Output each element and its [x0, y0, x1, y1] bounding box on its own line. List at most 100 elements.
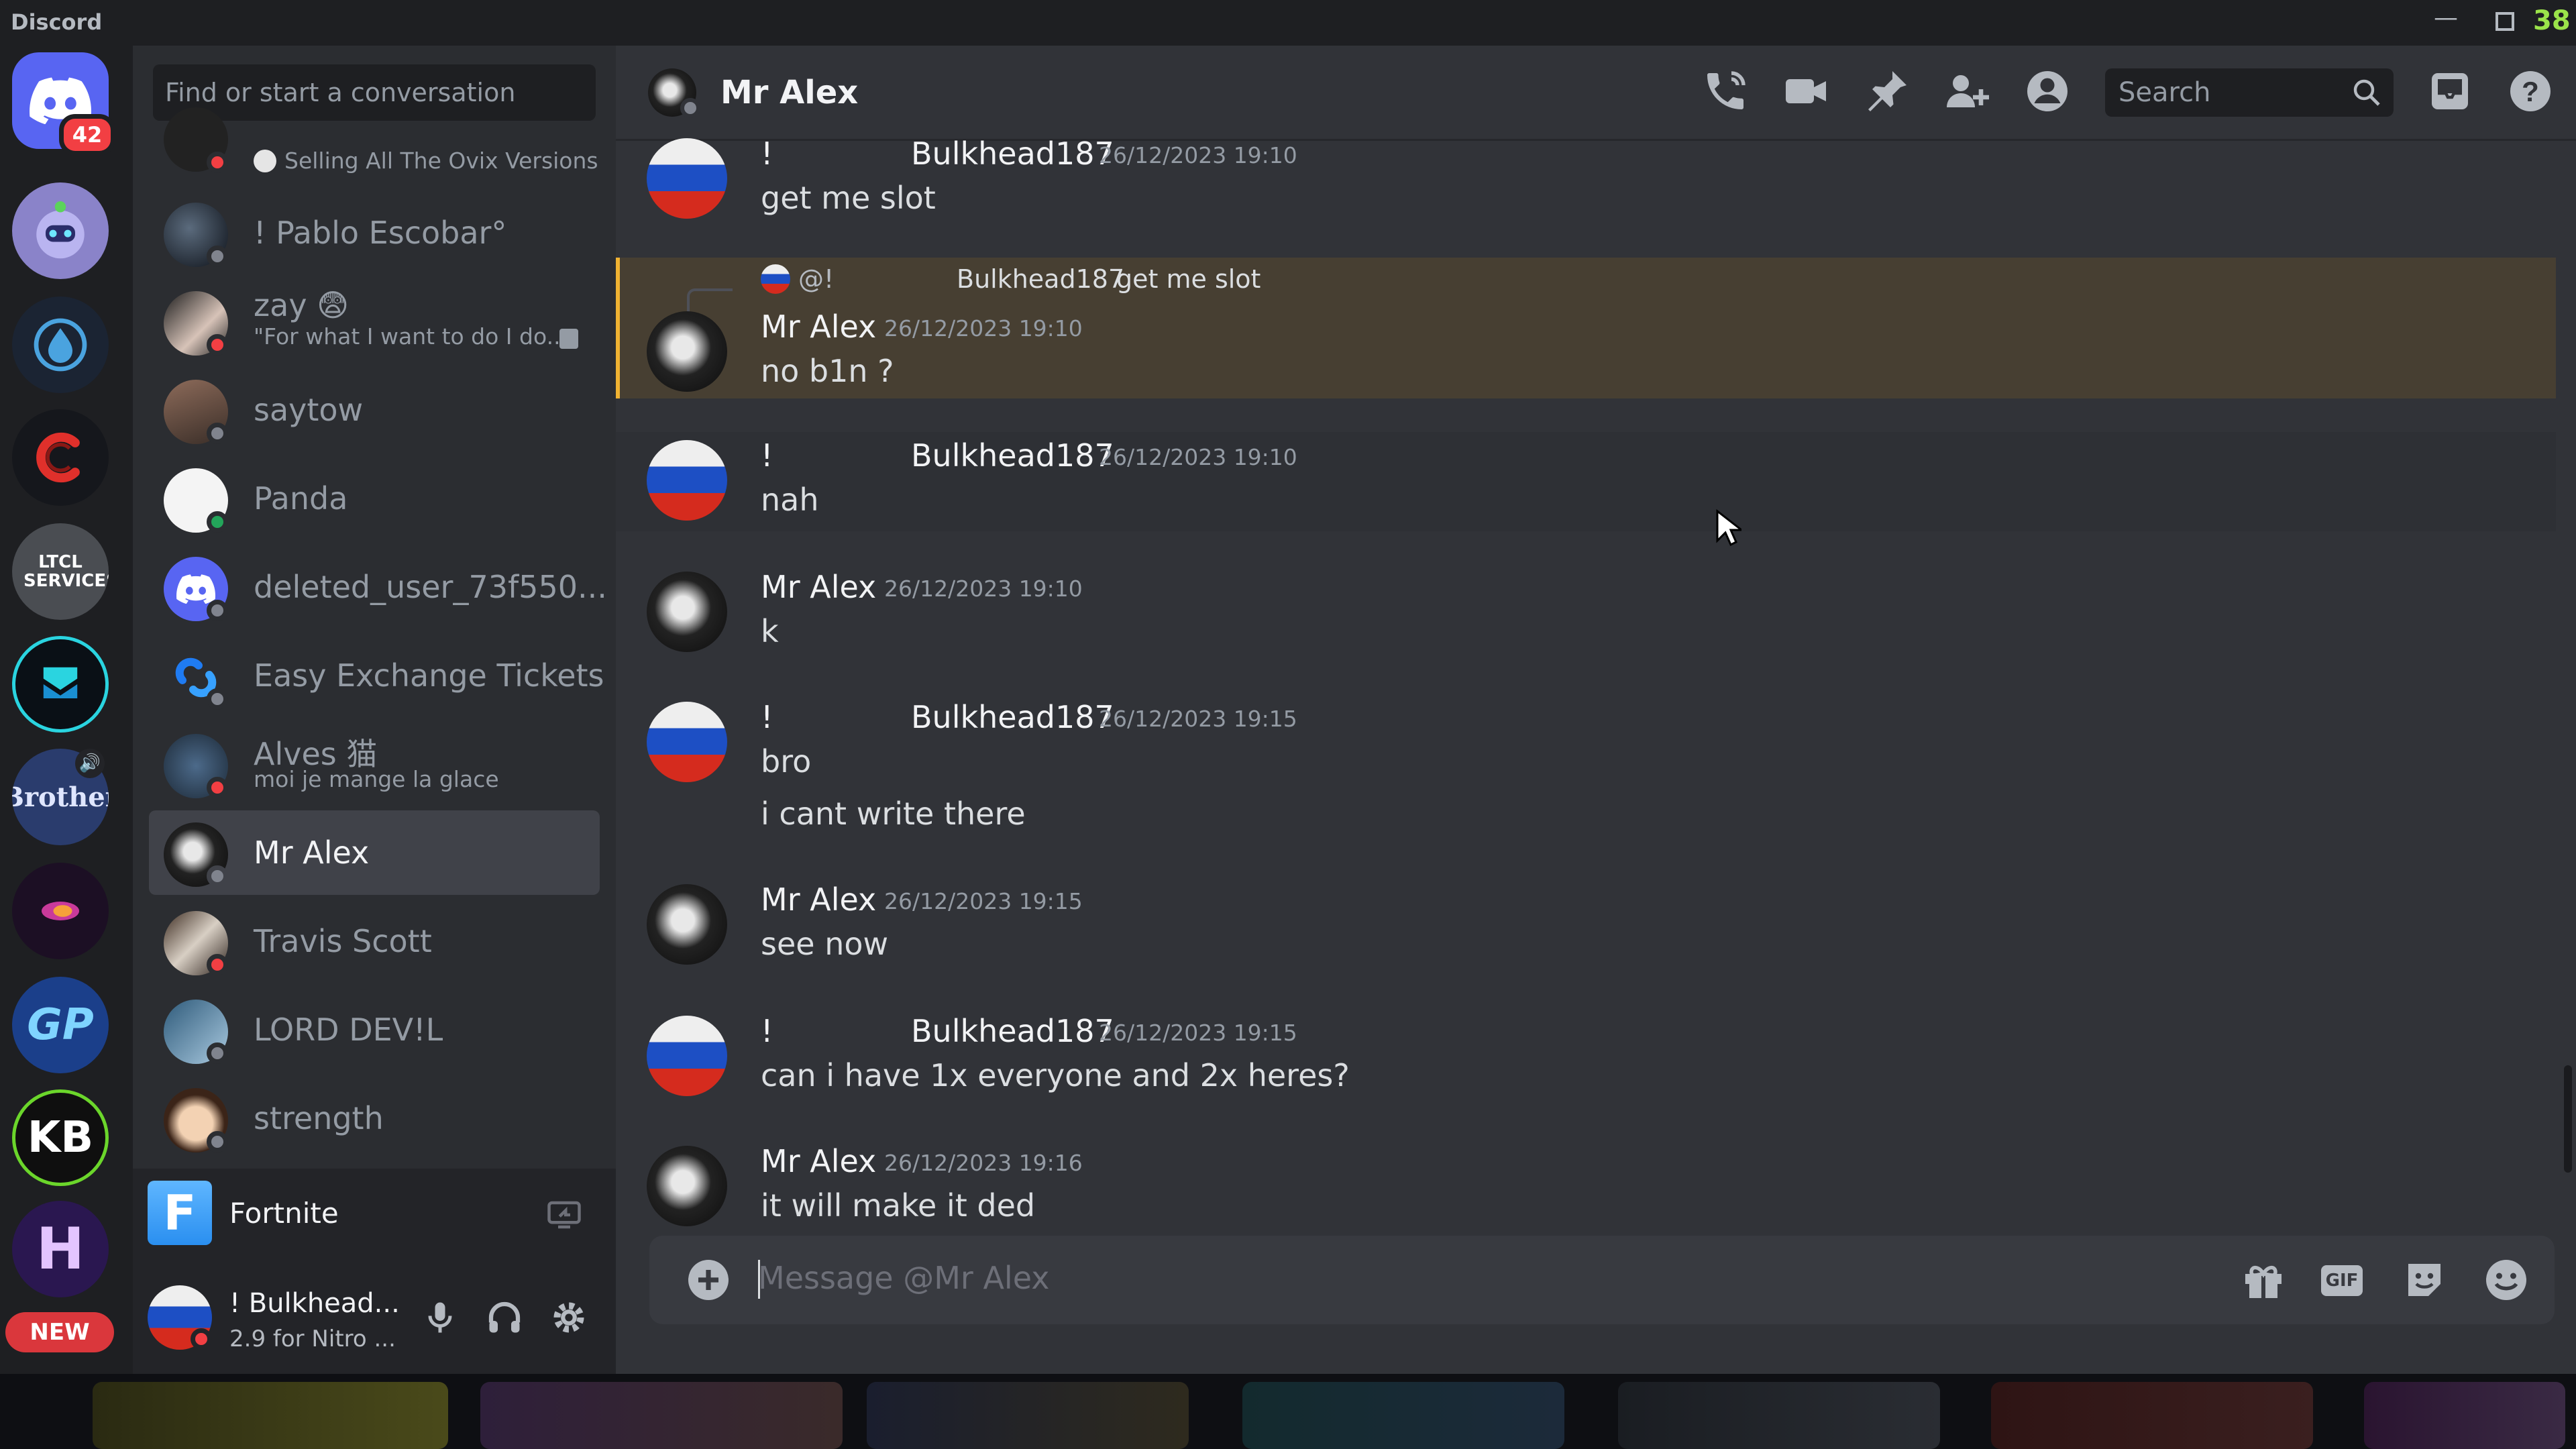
sticker-icon[interactable] — [2400, 1256, 2449, 1304]
author-prefix[interactable]: ! — [761, 437, 773, 474]
fps-counter: 38 — [2533, 5, 2571, 36]
dm-item[interactable]: saytow — [149, 368, 600, 452]
voice-call-icon[interactable] — [1701, 67, 1750, 115]
svg-text:?: ? — [2522, 76, 2539, 107]
video-call-icon[interactable] — [1782, 67, 1830, 115]
dm-name: ! Pablo Escobar° — [254, 215, 507, 251]
find-conversation-input[interactable]: Find or start a conversation — [153, 64, 596, 121]
dm-item[interactable]: ! Pablo Escobar° — [149, 191, 600, 275]
chat-scrollbar[interactable] — [2564, 1065, 2572, 1173]
author-name[interactable]: Mr Alex — [761, 1143, 876, 1179]
author-avatar[interactable] — [647, 572, 727, 652]
help-icon[interactable]: ? — [2506, 67, 2555, 115]
author-avatar[interactable] — [647, 1016, 727, 1096]
server-kb[interactable]: KB — [12, 1089, 109, 1186]
status-offline-icon — [207, 865, 228, 887]
reply-text[interactable]: get me slot — [1116, 264, 1260, 294]
dm-activity: Selling All The Ovix Versions — [254, 148, 598, 174]
launcher-tile — [1991, 1382, 2313, 1449]
dm-sub-text: "For what I want to do I do... — [254, 323, 568, 350]
dm-item[interactable]: Easy Exchange Tickets — [149, 633, 604, 718]
emoji-icon[interactable] — [2482, 1256, 2530, 1304]
gift-icon[interactable] — [2239, 1256, 2288, 1304]
reply-prefix[interactable]: @! — [798, 264, 834, 294]
dm-item[interactable]: LORD DEV!L — [149, 987, 600, 1072]
dm-item[interactable]: Selling All The Ovix Versions — [149, 107, 600, 185]
server-ltcl-label: LTCL SERVICES — [23, 552, 109, 591]
author-prefix[interactable]: ! — [761, 136, 773, 172]
author-avatar[interactable] — [647, 138, 727, 219]
server-c-icon[interactable] — [12, 409, 109, 506]
server-drop-icon[interactable] — [12, 297, 109, 393]
dm-name: deleted_user_73f550... — [254, 569, 607, 605]
author-avatar[interactable] — [647, 702, 727, 782]
server-gp-label: GP — [27, 1000, 94, 1050]
status-offline-icon — [207, 246, 228, 267]
dm-item[interactable]: Panda — [149, 456, 600, 541]
status-offline-icon — [207, 423, 228, 444]
speaker-icon: 🔊 — [75, 749, 105, 778]
status-dnd-icon — [207, 334, 228, 356]
author-prefix[interactable]: ! — [761, 699, 773, 735]
inbox-icon[interactable] — [2426, 67, 2474, 115]
message-timestamp: 26/12/2023 19:15 — [1099, 706, 1297, 732]
dm-sub-text: Selling All The Ovix Versions — [284, 148, 598, 174]
message-composer[interactable]: Message @Mr Alex GIF — [649, 1236, 2555, 1324]
author-avatar[interactable] — [647, 311, 727, 392]
message-text: k — [761, 613, 779, 649]
gif-button[interactable]: GIF — [2321, 1265, 2363, 1296]
settings-gear-icon[interactable] — [549, 1297, 589, 1338]
user-panel: ! Bulkhead... 2.9 for Nitro ... — [133, 1261, 616, 1374]
author-name[interactable]: Bulkhead187 — [911, 136, 1114, 172]
dm-item[interactable]: Travis Scott — [149, 899, 600, 983]
user-profile-icon[interactable] — [2023, 67, 2072, 115]
author-avatar[interactable] — [647, 884, 727, 965]
author-name[interactable]: Bulkhead187 — [911, 437, 1114, 474]
server-glow-icon[interactable] — [12, 863, 109, 959]
dm-item[interactable]: Alves 猫 moi je mange la glace — [149, 722, 600, 806]
launcher-tile — [480, 1382, 843, 1449]
server-bot-icon[interactable] — [12, 182, 109, 279]
dm-item[interactable]: strength — [149, 1076, 600, 1161]
author-name[interactable]: Bulkhead187 — [911, 1013, 1114, 1049]
server-gp[interactable]: GP — [12, 977, 109, 1073]
new-badge[interactable]: NEW — [5, 1312, 114, 1352]
dm-name: Mr Alex — [254, 835, 370, 871]
author-name[interactable]: Mr Alex — [761, 569, 876, 605]
message-group: Mr Alex 26/12/2023 19:15 see now — [616, 880, 2555, 974]
message-input[interactable]: Message @Mr Alex — [758, 1260, 1049, 1296]
author-avatar[interactable] — [647, 440, 727, 521]
status-offline-icon — [207, 688, 228, 710]
headphones-icon[interactable] — [484, 1297, 525, 1338]
author-name[interactable]: Mr Alex — [761, 881, 876, 918]
author-name[interactable]: Mr Alex — [761, 309, 876, 345]
server-h[interactable]: H — [12, 1201, 109, 1297]
author-name[interactable]: Bulkhead187 — [911, 699, 1114, 735]
dm-item[interactable]: deleted_user_73f550... — [149, 545, 607, 629]
server-brother-label: Brother — [12, 781, 109, 813]
message-group-reply: @! Bulkhead187 get me slot Mr Alex 26/12… — [616, 258, 2555, 398]
message-group: ! Bulkhead187 26/12/2023 19:15 bro i can… — [616, 698, 2555, 845]
server-shield-icon[interactable] — [12, 636, 109, 733]
reply-author[interactable]: Bulkhead187 — [957, 264, 1124, 294]
message-group: ! Bulkhead187 26/12/2023 19:10 nah — [616, 437, 2555, 531]
author-prefix[interactable]: ! — [761, 1013, 773, 1049]
dm-item[interactable]: zay 😨 "For what I want to do I do... — [149, 279, 600, 364]
stream-screen-icon[interactable] — [546, 1197, 582, 1233]
server-h-label: H — [36, 1216, 85, 1283]
attach-plus-icon[interactable] — [684, 1256, 733, 1304]
maximize-button[interactable] — [2496, 12, 2514, 31]
author-avatar[interactable] — [647, 1146, 727, 1226]
message-text: it will make it ded — [761, 1187, 1036, 1224]
now-playing-bar[interactable]: F Fortnite — [133, 1169, 616, 1261]
home-unread-badge: 42 — [59, 114, 115, 156]
message-timestamp: 26/12/2023 19:15 — [884, 888, 1083, 914]
minimize-button[interactable]: — — [2434, 4, 2458, 32]
server-ltcl-services[interactable]: LTCL SERVICES — [12, 523, 109, 620]
microphone-icon[interactable] — [420, 1297, 460, 1338]
status-dnd-icon — [191, 1328, 212, 1350]
dm-item-selected[interactable]: Mr Alex — [149, 810, 600, 895]
message-group: ! Bulkhead187 26/12/2023 19:15 can i hav… — [616, 1012, 2555, 1106]
pinned-messages-icon[interactable] — [1862, 67, 1911, 115]
add-friends-to-dm-icon[interactable] — [1943, 67, 1991, 115]
